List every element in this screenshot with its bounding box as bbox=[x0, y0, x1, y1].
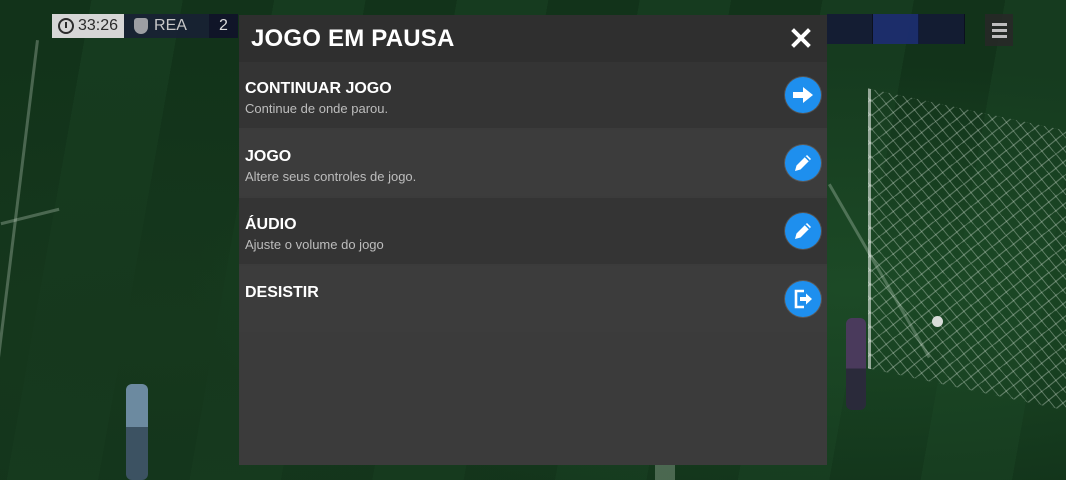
goal-net bbox=[868, 88, 1066, 412]
menu-item-title: DESISTIR bbox=[245, 284, 319, 301]
hud-segment bbox=[919, 14, 965, 44]
pause-menu-title: JOGO EM PAUSA bbox=[251, 25, 455, 52]
menu-item-quit[interactable]: DESISTIR bbox=[239, 266, 827, 332]
pencil-icon bbox=[795, 155, 811, 171]
team-abbreviation: REA bbox=[154, 17, 187, 34]
menu-item-description: Altere seus controles de jogo. bbox=[245, 169, 417, 184]
continue-button[interactable] bbox=[785, 77, 821, 113]
menu-item-title: CONTINUAR JOGO bbox=[245, 80, 392, 97]
arrow-right-icon bbox=[793, 87, 813, 103]
close-icon bbox=[791, 28, 811, 48]
pause-menu-panel: JOGO EM PAUSA CONTINUAR JOGO Continue de… bbox=[239, 15, 827, 465]
hud-segment bbox=[873, 14, 919, 44]
pitch-line bbox=[0, 40, 39, 478]
menu-item-title: ÁUDIO bbox=[245, 216, 297, 233]
pitch-line bbox=[0, 207, 60, 226]
scoreboard-right bbox=[827, 14, 965, 44]
menu-item-title: JOGO bbox=[245, 148, 292, 165]
pitch-line bbox=[655, 463, 675, 480]
close-button[interactable] bbox=[789, 24, 813, 52]
player-figure bbox=[126, 384, 148, 480]
menu-item-description: Continue de onde parou. bbox=[245, 101, 389, 116]
exit-icon bbox=[794, 289, 812, 309]
menu-item-continue[interactable]: CONTINUAR JOGO Continue de onde parou. bbox=[239, 62, 827, 128]
edit-game-button[interactable] bbox=[785, 145, 821, 181]
edit-audio-button[interactable] bbox=[785, 213, 821, 249]
hud-segment bbox=[827, 14, 873, 44]
menu-item-audio[interactable]: ÁUDIO Ajuste o volume do jogo bbox=[239, 198, 827, 264]
ball bbox=[932, 316, 943, 327]
scoreboard: 33:26 REA 2 bbox=[52, 14, 238, 38]
hamburger-menu-icon[interactable] bbox=[985, 14, 1013, 46]
clock-text: 33:26 bbox=[78, 17, 119, 34]
team-score: 2 bbox=[208, 14, 238, 38]
clock-icon bbox=[58, 18, 74, 34]
player-figure bbox=[846, 318, 866, 410]
quit-button[interactable] bbox=[785, 281, 821, 317]
pencil-icon bbox=[795, 223, 811, 239]
menu-item-game[interactable]: JOGO Altere seus controles de jogo. bbox=[239, 130, 827, 196]
pause-menu-header: JOGO EM PAUSA bbox=[239, 15, 827, 62]
menu-item-description: Ajuste o volume do jogo bbox=[245, 237, 384, 252]
match-clock: 33:26 bbox=[52, 14, 125, 38]
team-crest-icon bbox=[134, 18, 149, 34]
